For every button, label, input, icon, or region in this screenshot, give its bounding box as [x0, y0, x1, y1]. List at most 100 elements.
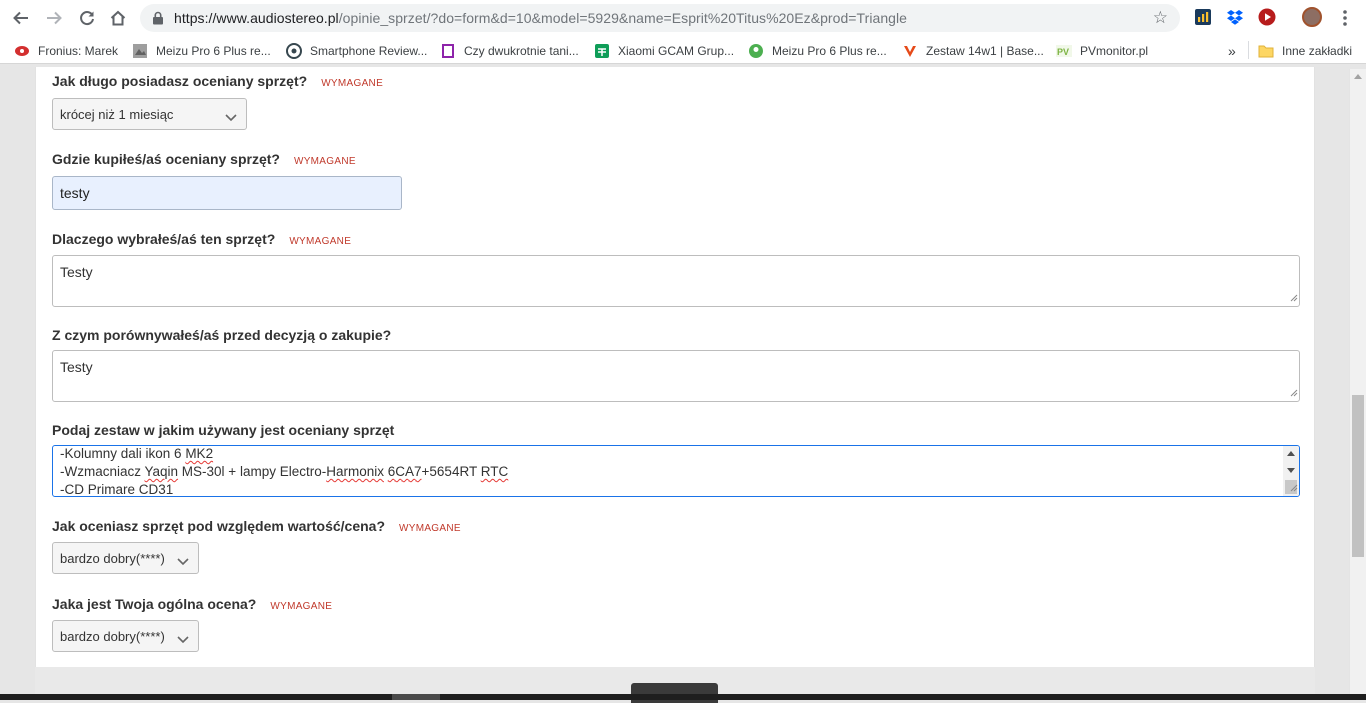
dropbox-icon[interactable] [1226, 8, 1244, 26]
why-value: Testy [60, 264, 93, 280]
bookmark-label: Smartphone Review... [310, 44, 428, 58]
bookmark-item[interactable]: Fronius: Marek [14, 42, 118, 60]
home-button[interactable] [106, 6, 130, 30]
fronius-favicon-icon [14, 43, 30, 59]
page-scrollbar[interactable] [1349, 69, 1366, 694]
scroll-up-arrow-icon[interactable] [1354, 73, 1362, 79]
video-extension-icon[interactable] [1258, 8, 1276, 26]
why-textarea[interactable]: Testy [52, 255, 1300, 307]
page-viewport: Jak długo posiadasz oceniany sprzęt? WYM… [0, 67, 1366, 703]
chevron-down-icon [225, 110, 237, 125]
where-value: testy [60, 185, 90, 201]
required-tag: WYMAGANE [293, 156, 356, 167]
bookmark-item[interactable]: Meizu Pro 6 Plus re... [132, 42, 271, 60]
why-label: Dlaczego wybrałeś/aś ten sprzęt? [52, 231, 276, 247]
bookmark-label: Czy dwukrotnie tani... [464, 44, 579, 58]
resize-grip-icon[interactable] [1289, 384, 1298, 400]
overall-question: Jaka jest Twoja ogólna ocena? WYMAGANE [52, 596, 332, 612]
bookmark-label: Meizu Pro 6 Plus re... [772, 44, 887, 58]
value-rating-value: bardzo dobry(****) [60, 550, 165, 566]
duration-question: Jak długo posiadasz oceniany sprzęt? WYM… [52, 73, 383, 89]
compare-question: Z czym porównywałeś/aś przed decyzją o z… [52, 327, 391, 343]
bookmark-label: Fronius: Marek [38, 44, 119, 58]
reload-button[interactable] [75, 6, 99, 30]
bookmarks-divider [1248, 41, 1249, 59]
sheets-favicon-icon [594, 43, 610, 59]
bookmark-item[interactable]: Zestaw 14w1 | Base... [902, 42, 1044, 60]
svg-text:PV: PV [1057, 47, 1069, 57]
duration-value: krócej niż 1 miesiąc [60, 106, 174, 122]
overall-rating-value: bardzo dobry(****) [60, 628, 165, 644]
bookmark-item[interactable]: Meizu Pro 6 Plus re... [748, 42, 887, 60]
overflow-chevron: » [1228, 43, 1236, 59]
folder-icon [1258, 43, 1274, 59]
page-favicon-icon [748, 43, 764, 59]
duration-label: Jak długo posiadasz oceniany sprzęt? [52, 73, 308, 89]
system-line: -Wzmacniacz Yaqin MS-30l + lampy Electro… [60, 464, 509, 479]
required-tag: WYMAGANE [289, 236, 352, 247]
scroll-down-arrow-icon[interactable] [1287, 468, 1295, 474]
compare-value: Testy [60, 359, 93, 375]
system-line: -CD Primare CD31 [60, 482, 174, 497]
page-scroll-thumb[interactable] [1352, 395, 1364, 557]
where-input[interactable]: testy [52, 176, 402, 210]
address-bar[interactable]: https://www.audiostereo.pl/opinie_sprzet… [140, 4, 1180, 32]
bookmark-item[interactable]: Xiaomi GCAM Grup... [594, 42, 734, 60]
value-label: Jak oceniasz sprzęt pod względem wartość… [52, 518, 385, 534]
bookmark-label: PVmonitor.pl [1080, 44, 1149, 58]
chevron-down-icon [177, 554, 189, 569]
where-question: Gdzie kupiłeś/aś oceniany sprzęt? WYMAGA… [52, 151, 356, 167]
bookmark-label: Zestaw 14w1 | Base... [926, 44, 1044, 58]
page-favicon-icon [132, 43, 148, 59]
system-textarea[interactable]: -Kolumny dali ikon 6 MK2 -Wzmacniacz Yaq… [52, 445, 1300, 497]
resize-grip-icon[interactable] [1289, 289, 1298, 305]
forward-button[interactable] [42, 6, 66, 30]
bookmark-item[interactable]: Czy dwukrotnie tani... [440, 42, 579, 60]
compare-textarea[interactable]: Testy [52, 350, 1300, 402]
bookmark-label: Meizu Pro 6 Plus re... [156, 44, 271, 58]
extension-stats-icon[interactable] [1194, 8, 1212, 26]
scroll-up-arrow-icon[interactable] [1287, 450, 1295, 456]
overall-rating-select[interactable]: bardzo dobry(****) [52, 620, 199, 652]
required-tag: WYMAGANE [399, 523, 461, 534]
chevron-down-icon [177, 632, 189, 647]
pvmonitor-favicon-icon: PV [1056, 43, 1072, 59]
profile-avatar[interactable] [1302, 7, 1322, 27]
back-button[interactable] [9, 6, 33, 30]
taskbar-active-item [392, 694, 440, 700]
system-line: -Kolumny dali ikon 6 MK2 [60, 446, 214, 461]
bookmark-item[interactable]: PV PVmonitor.pl [1056, 42, 1148, 60]
browser-toolbar: https://www.audiostereo.pl/opinie_sprzet… [0, 0, 1366, 36]
overall-label: Jaka jest Twoja ogólna ocena? [52, 596, 257, 612]
other-bookmarks-folder[interactable]: Inne zakładki [1258, 42, 1352, 60]
page-favicon-icon [902, 43, 918, 59]
system-question: Podaj zestaw w jakim używany jest ocenia… [52, 422, 394, 438]
page-favicon-icon [440, 43, 456, 59]
other-bookmarks-label: Inne zakładki [1282, 44, 1353, 58]
home-icon [110, 10, 126, 26]
review-form: Jak długo posiadasz oceniany sprzęt? WYM… [35, 67, 1315, 667]
resize-grip-icon[interactable] [1289, 479, 1298, 495]
value-question: Jak oceniasz sprzęt pod względem wartość… [52, 518, 461, 534]
lock-icon [152, 11, 164, 30]
browser-menu-icon[interactable] [1338, 9, 1352, 27]
url-text: https://www.audiostereo.pl/opinie_sprzet… [174, 10, 907, 26]
where-label: Gdzie kupiłeś/aś oceniany sprzęt? [52, 151, 280, 167]
bookmark-label: Xiaomi GCAM Grup... [618, 44, 735, 58]
compare-label: Z czym porównywałeś/aś przed decyzją o z… [52, 327, 392, 343]
reload-icon [80, 11, 94, 26]
duration-select[interactable]: krócej niż 1 miesiąc [52, 98, 247, 130]
arrow-right-icon [47, 11, 62, 25]
submit-button[interactable] [631, 683, 718, 703]
bookmark-star-icon[interactable]: ☆ [1153, 9, 1168, 26]
page-favicon-icon [286, 43, 302, 59]
required-tag: WYMAGANE [270, 601, 333, 612]
value-rating-select[interactable]: bardzo dobry(****) [52, 542, 199, 574]
required-tag: WYMAGANE [321, 78, 384, 89]
why-question: Dlaczego wybrałeś/aś ten sprzęt? WYMAGAN… [52, 231, 351, 247]
bookmarks-overflow-button[interactable]: » [1228, 42, 1236, 60]
url-host: https://www.audiostereo.pl [174, 10, 339, 26]
arrow-left-icon [13, 11, 28, 25]
bookmark-item[interactable]: Smartphone Review... [286, 42, 427, 60]
system-label: Podaj zestaw w jakim używany jest ocenia… [52, 422, 395, 438]
